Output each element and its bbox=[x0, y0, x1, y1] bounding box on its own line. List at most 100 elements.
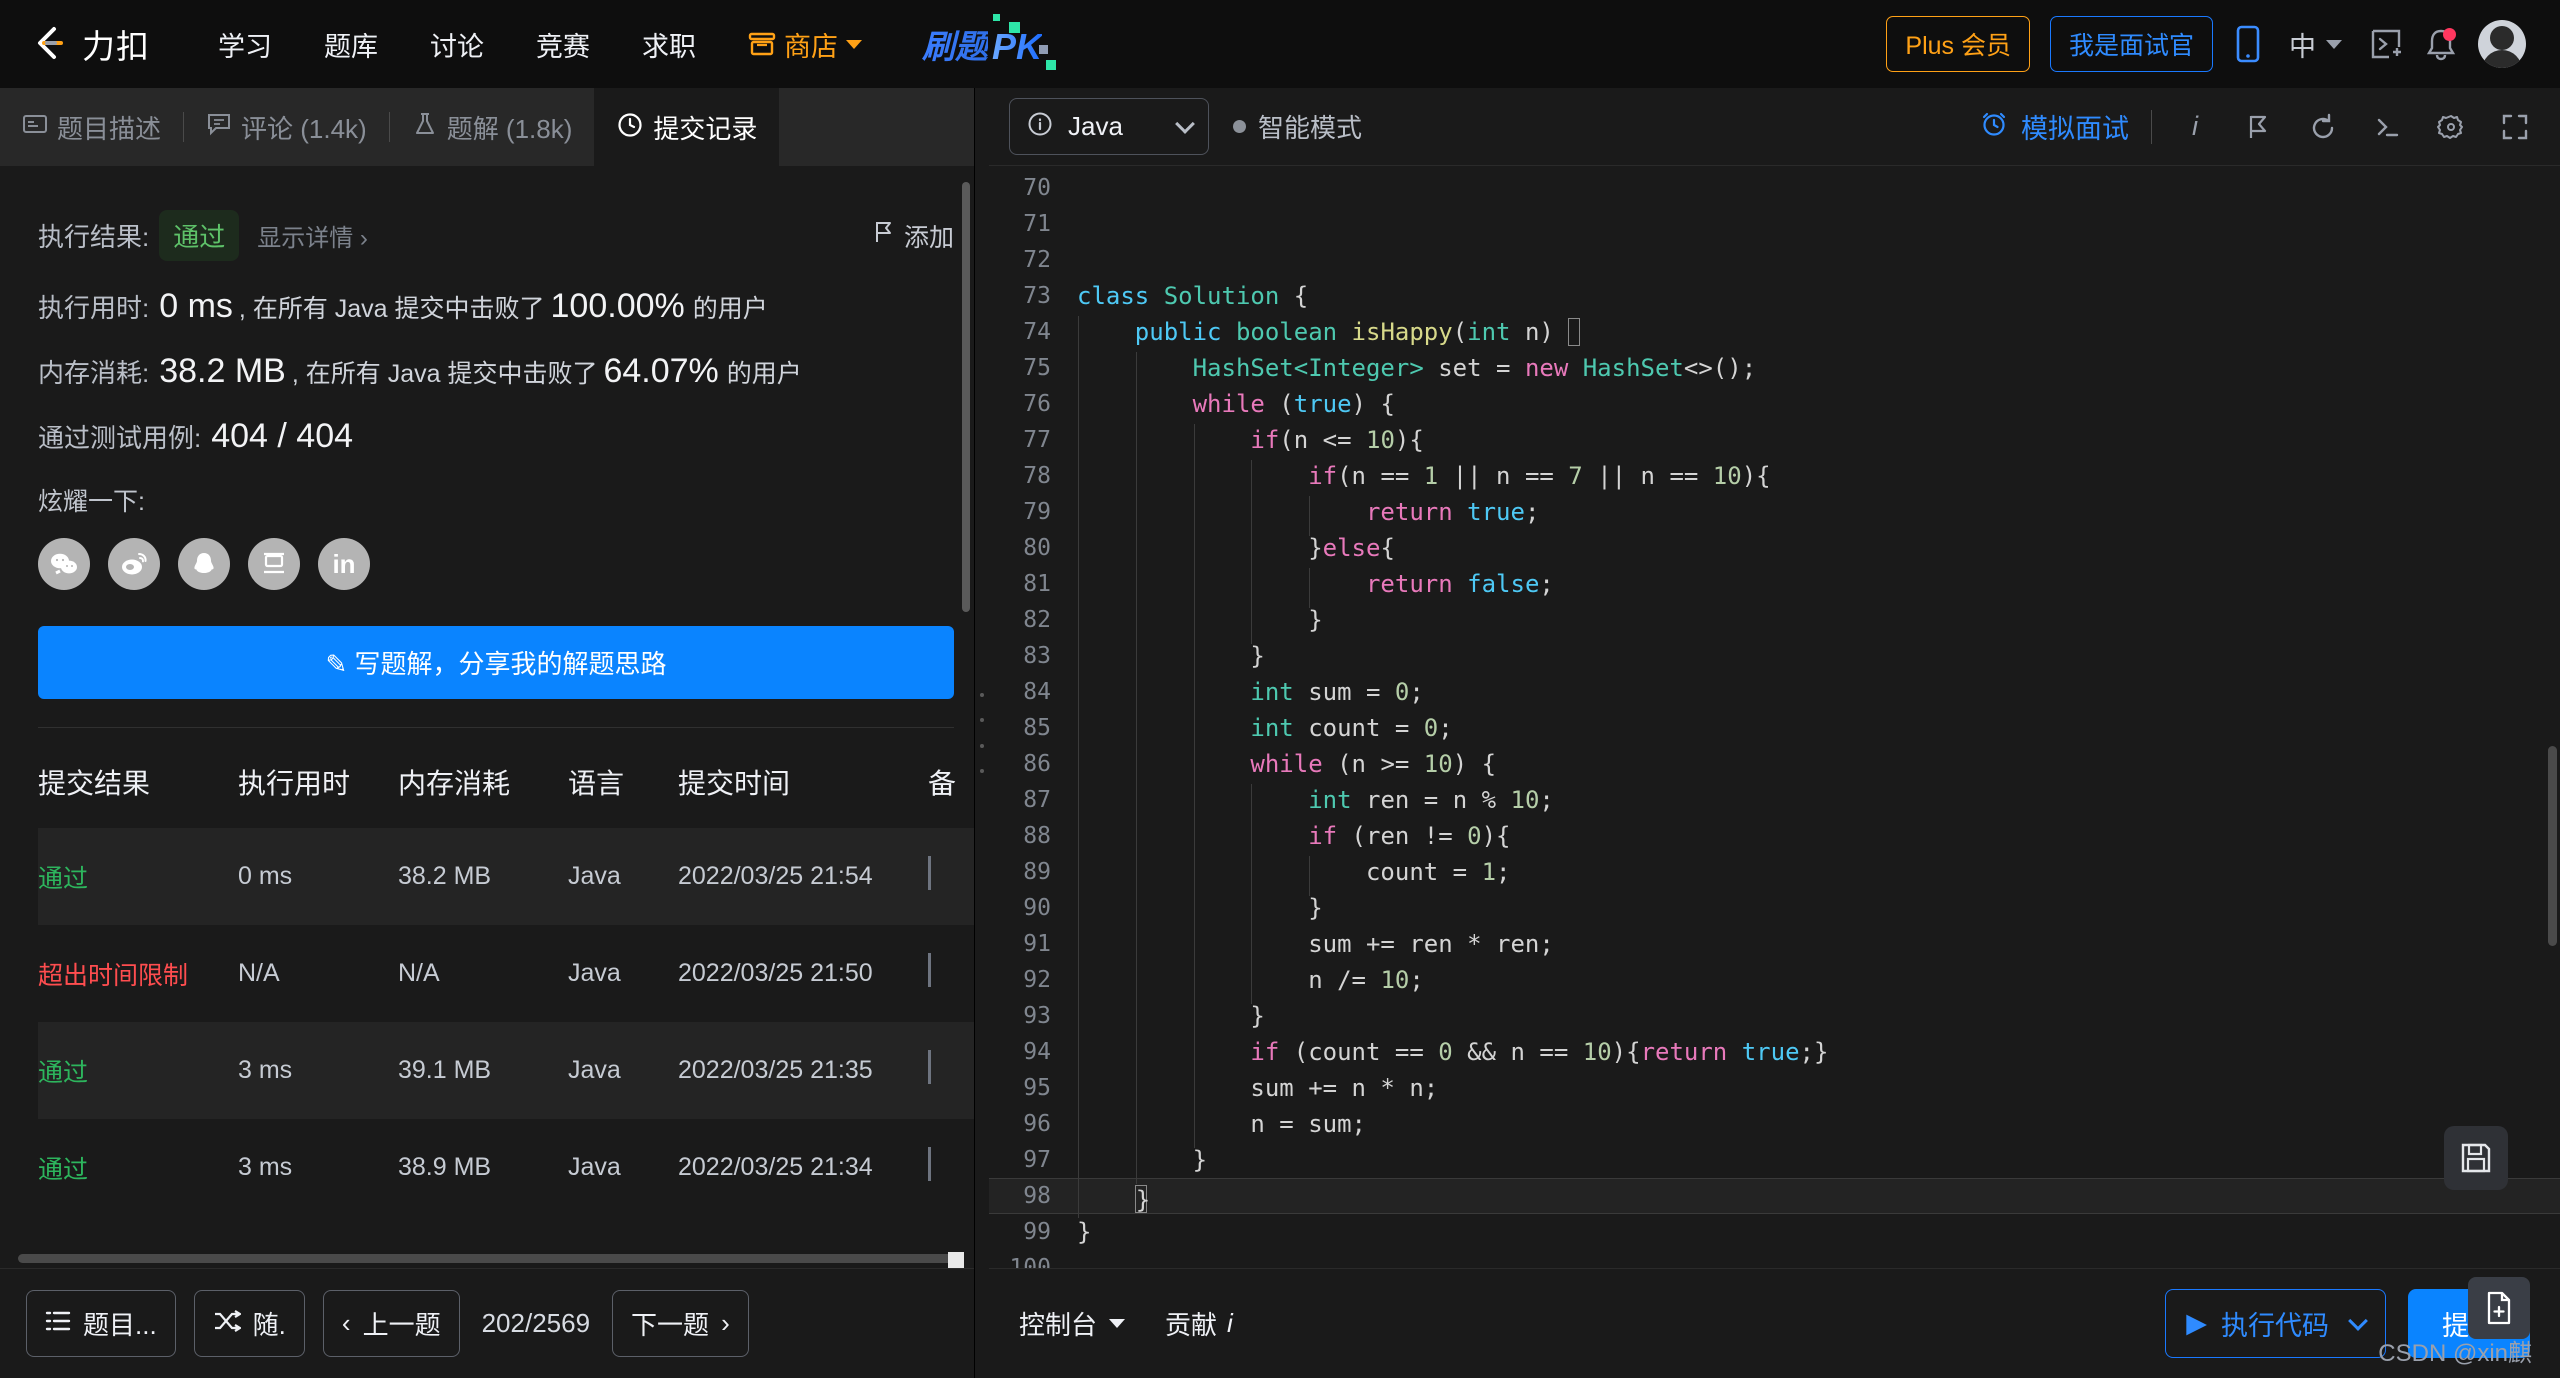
code-editor[interactable]: 70 71 72 73 class Solution {74 public boolea… bbox=[989, 166, 2560, 1268]
code-line[interactable]: 94 if (count == 0 && n == 10){return tru… bbox=[989, 1034, 2560, 1076]
table-row[interactable]: 通过 3 ms 38.9 MB Java 2022/03/25 21:34 bbox=[38, 1119, 974, 1216]
code-line[interactable]: 73 class Solution { bbox=[989, 278, 2560, 314]
new-file-icon[interactable] bbox=[2468, 1277, 2530, 1339]
editor-vertical-scrollbar[interactable] bbox=[2548, 746, 2557, 946]
write-solution-button[interactable]: ✎ 写题解，分享我的解题思路 bbox=[38, 626, 954, 699]
code-line[interactable]: 79 return true; bbox=[989, 494, 2560, 536]
code-line[interactable]: 85 int count = 0; bbox=[989, 710, 2560, 752]
interviewer-button[interactable]: 我是面试官 bbox=[2049, 16, 2213, 72]
code-line[interactable]: 77 if(n <= 10){ bbox=[989, 422, 2560, 464]
code-line[interactable]: 70 bbox=[989, 170, 2560, 206]
nav-link-study[interactable]: 学习 bbox=[192, 25, 298, 64]
code-line[interactable]: 96 n = sum; bbox=[989, 1106, 2560, 1148]
add-note-button[interactable]: 添加 bbox=[874, 218, 954, 254]
wechat-icon[interactable] bbox=[38, 538, 90, 590]
left-horizontal-scrollbar[interactable] bbox=[0, 1250, 974, 1268]
tab-submissions[interactable]: 提交记录 bbox=[594, 88, 780, 166]
tab-comments[interactable]: 评论 (1.4k) bbox=[184, 88, 389, 166]
cell-status[interactable]: 超出时间限制 bbox=[38, 925, 238, 1022]
linkedin-icon[interactable]: in bbox=[318, 538, 370, 590]
code-line[interactable]: 90 } bbox=[989, 890, 2560, 932]
th-language[interactable]: 语言 bbox=[568, 728, 678, 828]
cell-note[interactable] bbox=[928, 828, 974, 925]
show-detail-link[interactable]: 显示详情 › bbox=[257, 218, 368, 253]
random-problem-button[interactable]: 随. bbox=[193, 1290, 305, 1357]
code-line[interactable]: 71 bbox=[989, 206, 2560, 242]
tab-description[interactable]: 题目描述 bbox=[0, 88, 183, 166]
run-code-button[interactable]: ▶ 执行代码 bbox=[2165, 1289, 2386, 1358]
mobile-app-icon[interactable] bbox=[2233, 24, 2263, 64]
cell-status[interactable]: 通过 bbox=[38, 828, 238, 925]
mock-interview-button[interactable]: 模拟面试 bbox=[1979, 107, 2129, 146]
console-toggle[interactable]: 控制台 bbox=[1019, 1305, 1126, 1342]
code-line[interactable]: 92 n /= 10; bbox=[989, 962, 2560, 1004]
table-row[interactable]: 通过 3 ms 39.1 MB Java 2022/03/25 21:35 bbox=[38, 1022, 974, 1119]
code-line[interactable]: 95 sum += n * n; bbox=[989, 1070, 2560, 1112]
code-line[interactable]: 99} bbox=[989, 1214, 2560, 1250]
code-line[interactable]: 84 int sum = 0; bbox=[989, 674, 2560, 716]
left-vertical-scrollbar[interactable] bbox=[962, 182, 970, 612]
cell-status[interactable]: 通过 bbox=[38, 1022, 238, 1119]
th-runtime[interactable]: 执行用时 bbox=[238, 728, 398, 828]
language-switcher[interactable]: 中 bbox=[2283, 25, 2348, 64]
table-row[interactable]: 通过 0 ms 38.2 MB Java 2022/03/25 21:54 bbox=[38, 828, 974, 925]
flag-icon[interactable] bbox=[2238, 113, 2280, 141]
nav-link-contest[interactable]: 竞赛 bbox=[510, 25, 616, 64]
code-line[interactable]: 93 } bbox=[989, 998, 2560, 1040]
problem-list-button[interactable]: 题目... bbox=[26, 1290, 176, 1357]
reset-icon[interactable] bbox=[2302, 112, 2344, 142]
notification-bell-icon[interactable] bbox=[2424, 26, 2458, 62]
th-submit-time[interactable]: 提交时间 bbox=[678, 728, 928, 828]
nav-shop-menu[interactable]: 商店 bbox=[722, 25, 888, 64]
plus-member-button[interactable]: Plus 会员 bbox=[1886, 16, 2030, 72]
code-line[interactable]: 82 } bbox=[989, 602, 2560, 644]
code-line[interactable]: 76 while (true) { bbox=[989, 386, 2560, 428]
cell-status[interactable]: 通过 bbox=[38, 1119, 238, 1216]
table-row[interactable]: 超出时间限制 N/A N/A Java 2022/03/25 21:50 bbox=[38, 925, 974, 1022]
nav-pk-link[interactable]: 刷题 PK bbox=[922, 14, 1057, 70]
prev-problem-button[interactable]: ‹ 上一题 bbox=[322, 1290, 460, 1357]
cell-note[interactable] bbox=[928, 925, 974, 1022]
pane-splitter[interactable] bbox=[975, 88, 989, 1378]
info-icon[interactable]: i bbox=[2174, 111, 2216, 142]
nav-link-discuss[interactable]: 讨论 bbox=[404, 25, 510, 64]
code-line[interactable]: 86 while (n >= 10) { bbox=[989, 746, 2560, 788]
th-note[interactable]: 备 bbox=[928, 728, 974, 828]
code-line[interactable]: 87 int ren = n % 10; bbox=[989, 782, 2560, 824]
language-select[interactable]: Java bbox=[1009, 98, 1209, 155]
code-line[interactable]: 78 if(n == 1 || n == 7 || n == 10){ bbox=[989, 458, 2560, 500]
code-line[interactable]: 83 } bbox=[989, 638, 2560, 680]
nav-link-jobs[interactable]: 求职 bbox=[616, 25, 722, 64]
settings-icon[interactable] bbox=[2430, 112, 2472, 142]
weibo-icon[interactable] bbox=[108, 538, 160, 590]
code-line[interactable]: 72 bbox=[989, 242, 2560, 278]
th-result[interactable]: 提交结果 bbox=[38, 728, 238, 828]
brand-logo-link[interactable]: 力扣 bbox=[30, 20, 150, 68]
code-line[interactable]: 97 } bbox=[989, 1142, 2560, 1184]
code-line[interactable]: 88 if (ren != 0){ bbox=[989, 818, 2560, 860]
th-memory[interactable]: 内存消耗 bbox=[398, 728, 568, 828]
scrollbar-thumb[interactable] bbox=[18, 1254, 958, 1263]
qq-icon[interactable] bbox=[178, 538, 230, 590]
save-icon[interactable] bbox=[2444, 1126, 2508, 1190]
fullscreen-icon[interactable] bbox=[2494, 113, 2536, 141]
terminal-icon[interactable] bbox=[2366, 113, 2408, 141]
code-line[interactable]: 81 return false; bbox=[989, 566, 2560, 608]
code-line[interactable]: 89 count = 1; bbox=[989, 854, 2560, 896]
cell-note[interactable] bbox=[928, 1022, 974, 1119]
contribute-button[interactable]: 贡献 i bbox=[1165, 1305, 1233, 1342]
next-problem-button[interactable]: 下一题 › bbox=[612, 1290, 749, 1357]
cell-note[interactable] bbox=[928, 1119, 974, 1216]
smart-mode-toggle[interactable]: 智能模式 bbox=[1233, 108, 1362, 145]
douban-icon[interactable] bbox=[248, 538, 300, 590]
user-avatar[interactable] bbox=[2478, 20, 2526, 68]
code-line[interactable]: 98 } bbox=[989, 1177, 2560, 1218]
code-line[interactable]: 75 HashSet<Integer> set = new HashSet<>(… bbox=[989, 350, 2560, 392]
nav-link-problems[interactable]: 题库 bbox=[298, 25, 404, 64]
code-line[interactable]: 100 bbox=[989, 1250, 2560, 1268]
code-line[interactable]: 74 public boolean isHappy(int n) bbox=[989, 314, 2560, 356]
tab-solutions[interactable]: 题解 (1.8k) bbox=[390, 88, 595, 166]
code-line[interactable]: 91 sum += ren * ren; bbox=[989, 926, 2560, 968]
terminal-add-icon[interactable] bbox=[2368, 26, 2404, 62]
code-line[interactable]: 80 }else{ bbox=[989, 530, 2560, 572]
